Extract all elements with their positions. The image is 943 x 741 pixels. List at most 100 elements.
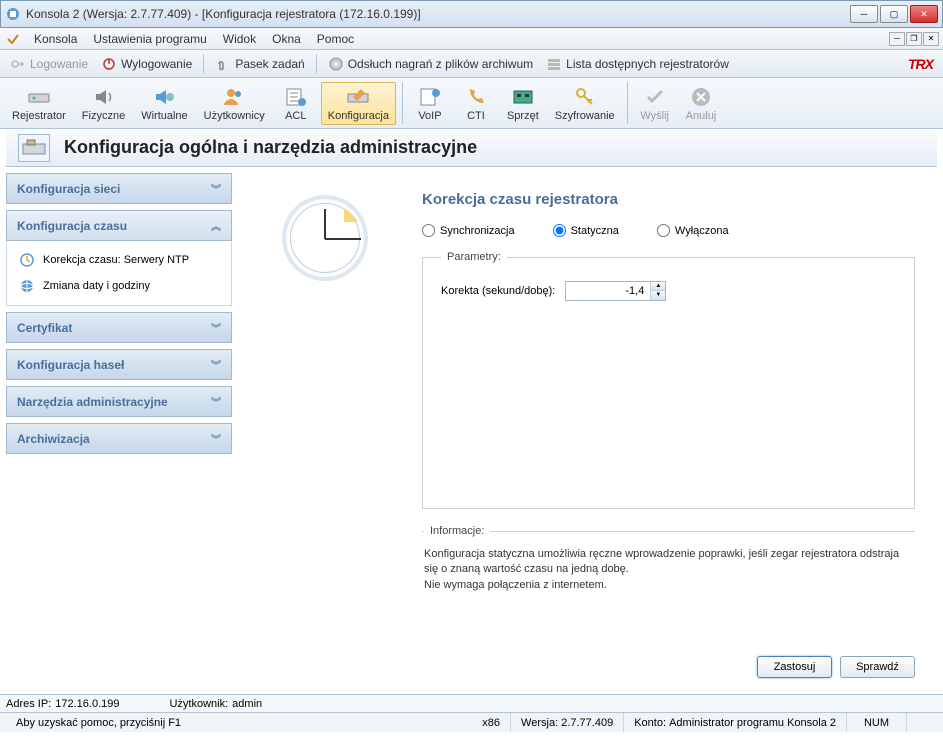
section-konfiguracja-hasel[interactable]: Konfiguracja haseł ︾ <box>6 349 232 380</box>
chevron-down-icon: ︾ <box>211 394 221 409</box>
menu-ustawienia[interactable]: Ustawienia programu <box>85 30 214 48</box>
send-icon <box>643 85 667 109</box>
section-label: Konfiguracja haseł <box>17 358 124 372</box>
radio-sync-input[interactable] <box>422 224 435 237</box>
sidebar-item-ntp[interactable]: Korekcja czasu: Serwery NTP <box>13 247 225 273</box>
radio-off[interactable]: Wyłączona <box>657 224 729 237</box>
tool-sprzet[interactable]: Sprzęt <box>501 83 545 124</box>
archive-playback-button[interactable]: Odsłuch nagrań z plików archiwum <box>322 54 539 74</box>
taskbar-label: Pasek zadań <box>235 57 304 71</box>
chevron-down-icon: ︾ <box>211 357 221 372</box>
section-label: Konfiguracja sieci <box>17 182 120 196</box>
tool-szyfrowanie[interactable]: Szyfrowanie <box>549 83 621 124</box>
tool-fizyczne[interactable]: Fizyczne <box>76 83 131 124</box>
status-arch: x86 <box>472 713 511 732</box>
radio-static-input[interactable] <box>553 224 566 237</box>
spin-down[interactable]: ▼ <box>651 291 665 300</box>
taskbar-button[interactable]: Pasek zadań <box>209 54 310 74</box>
tool-wirtualne[interactable]: Wirtualne <box>135 83 193 124</box>
cti-icon <box>464 85 488 109</box>
maximize-button[interactable]: ▢ <box>880 5 908 23</box>
info-text-1: Konfiguracja statyczna umożliwia ręczne … <box>424 547 913 578</box>
sidebar: Konfiguracja sieci ︾ Konfiguracja czasu … <box>6 173 232 688</box>
config-icon <box>346 85 370 109</box>
cancel-icon <box>689 85 713 109</box>
check-button[interactable]: Sprawdź <box>840 656 915 678</box>
separator <box>203 54 204 74</box>
tool-anuluj: Anuluj <box>680 83 723 124</box>
info-fieldset: Informacje: Konfiguracja statyczna umożl… <box>422 525 915 593</box>
body-split: Konfiguracja sieci ︾ Konfiguracja czasu … <box>0 167 943 694</box>
tool-strip: Logowanie Wylogowanie Pasek zadań Odsłuc… <box>0 50 943 78</box>
login-label: Logowanie <box>30 57 88 71</box>
recorders-list-button[interactable]: Lista dostępnych rejestratorów <box>540 54 735 74</box>
section-archiwizacja[interactable]: Archiwizacja ︾ <box>6 423 232 454</box>
menu-widok[interactable]: Widok <box>215 30 264 48</box>
page-icon <box>18 134 50 162</box>
radio-off-input[interactable] <box>657 224 670 237</box>
encryption-icon <box>573 85 597 109</box>
separator <box>627 82 628 124</box>
korekta-spinner[interactable]: ▲ ▼ <box>565 281 666 301</box>
clock-icon <box>19 252 35 268</box>
window-title: Konsola 2 (Wersja: 2.7.77.409) - [Konfig… <box>26 7 850 21</box>
tool-acl[interactable]: ACL <box>275 83 317 124</box>
login-button: Logowanie <box>4 54 94 74</box>
content-area: Korekcja czasu rejestratora Synchronizac… <box>242 173 937 688</box>
status-bar-upper: Adres IP: 172.16.0.199 Użytkownik: admin <box>0 694 943 712</box>
logo-trx: TRX <box>908 56 933 72</box>
recorders-label: Lista dostępnych rejestratorów <box>566 57 729 71</box>
minimize-button[interactable]: ─ <box>850 5 878 23</box>
archive-label: Odsłuch nagrań z plików archiwum <box>348 57 533 71</box>
section-narzedzia[interactable]: Narzędzia administracyjne ︾ <box>6 386 232 417</box>
users-icon <box>222 85 246 109</box>
status-grip <box>907 713 937 732</box>
page-title: Konfiguracja ogólna i narzędzia administ… <box>64 137 477 158</box>
status-help: Aby uzyskać pomoc, przyciśnij F1 <box>6 713 472 732</box>
app-icon <box>5 6 21 22</box>
close-button[interactable]: ✕ <box>910 5 938 23</box>
mdi-close[interactable]: ✕ <box>923 32 939 46</box>
section-label: Certyfikat <box>17 321 72 335</box>
speaker-icon <box>92 85 116 109</box>
tool-uzytkownicy[interactable]: Użytkownicy <box>198 83 271 124</box>
info-legend: Informacje: <box>424 525 490 537</box>
section-label: Konfiguracja czasu <box>17 219 127 233</box>
tool-cti[interactable]: CTI <box>455 83 497 124</box>
radio-static[interactable]: Statyczna <box>553 224 619 237</box>
page-header: Konfiguracja ogólna i narzędzia administ… <box>6 129 937 167</box>
tool-konfiguracja[interactable]: Konfiguracja <box>321 82 396 125</box>
status-bar-lower: Aby uzyskać pomoc, przyciśnij F1 x86 Wer… <box>0 712 943 732</box>
status-ip: Adres IP: 172.16.0.199 <box>6 698 119 710</box>
recorder-icon <box>27 85 51 109</box>
separator <box>316 54 317 74</box>
menu-icon <box>6 32 20 46</box>
apply-button[interactable]: Zastosuj <box>757 656 832 678</box>
status-version: Wersja: 2.7.77.409 <box>511 713 624 732</box>
korekta-input[interactable] <box>566 282 650 300</box>
chevron-down-icon: ︾ <box>211 320 221 335</box>
tool-rejestrator[interactable]: Rejestrator <box>6 83 72 124</box>
section-label: Archiwizacja <box>17 432 90 446</box>
power-icon <box>101 56 117 72</box>
sidebar-item-label: Korekcja czasu: Serwery NTP <box>43 254 189 266</box>
radio-sync[interactable]: Synchronizacja <box>422 224 515 237</box>
globe-icon <box>19 278 35 294</box>
section-body-czasu: Korekcja czasu: Serwery NTP Zmiana daty … <box>6 241 232 306</box>
radio-row: Synchronizacja Statyczna Wyłączona <box>422 224 915 237</box>
status-num: NUM <box>847 713 907 732</box>
menu-pomoc[interactable]: Pomoc <box>309 30 362 48</box>
tool-voip[interactable]: VoIP <box>409 83 451 124</box>
mdi-restore[interactable]: ❐ <box>906 32 922 46</box>
section-certyfikat[interactable]: Certyfikat ︾ <box>6 312 232 343</box>
menu-okna[interactable]: Okna <box>264 30 309 48</box>
mdi-minimize[interactable]: ─ <box>889 32 905 46</box>
logout-button[interactable]: Wylogowanie <box>95 54 198 74</box>
section-konfiguracja-czasu[interactable]: Konfiguracja czasu ︽ <box>6 210 232 241</box>
section-konfiguracja-sieci[interactable]: Konfiguracja sieci ︾ <box>6 173 232 204</box>
spin-up[interactable]: ▲ <box>651 282 665 291</box>
params-legend: Parametry: <box>441 251 507 263</box>
sidebar-item-datetime[interactable]: Zmiana daty i godziny <box>13 273 225 299</box>
menu-konsola[interactable]: Konsola <box>26 30 85 48</box>
mdi-buttons: ─ ❐ ✕ <box>889 32 939 46</box>
